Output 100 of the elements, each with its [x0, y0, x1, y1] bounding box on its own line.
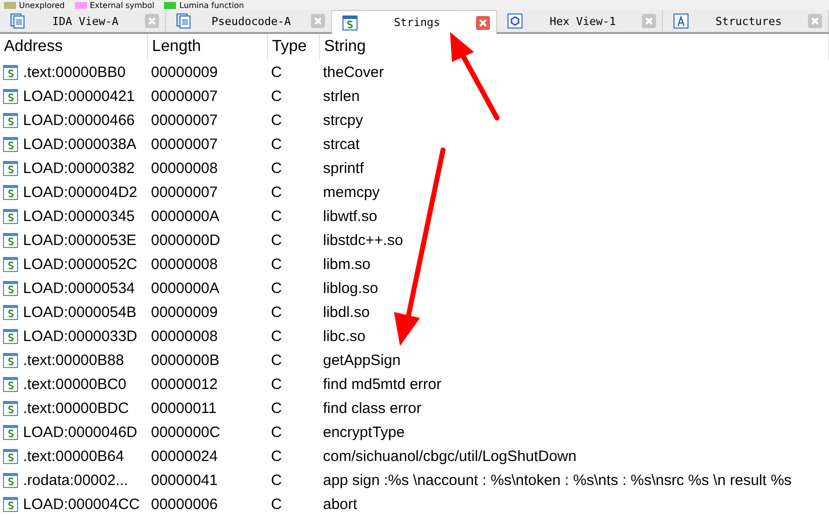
string-icon — [3, 472, 18, 488]
table-cell: libstdc++.so — [323, 232, 404, 248]
table-cell: LOAD:00000421 — [23, 88, 135, 104]
table-cell: 00000009 — [151, 304, 218, 320]
tab[interactable]: Structures — [663, 10, 829, 32]
table-cell: app sign :%s \naccount : %s\ntoken : %s\nts : %s\nsrc %s \n result %s — [323, 472, 792, 488]
table-cell: liblog.so — [323, 280, 378, 296]
table-cell: strcat — [323, 136, 360, 152]
table-cell: .text:00000B88 — [23, 352, 124, 368]
string-icon — [3, 352, 18, 368]
table-cell: strlen — [323, 88, 360, 104]
table-cell: LOAD:0000046D — [23, 424, 138, 440]
string-icon — [3, 256, 18, 272]
table-cell: 00000009 — [151, 64, 218, 80]
legend-label: Unexplored — [19, 0, 65, 10]
close-icon[interactable] — [642, 14, 656, 28]
string-icon — [3, 112, 18, 128]
close-icon[interactable] — [808, 14, 822, 28]
table-cell: C — [271, 184, 282, 200]
table-cell: C — [271, 232, 282, 248]
table-cell: LOAD:0000033D — [23, 328, 138, 344]
string-icon — [3, 136, 18, 152]
table-cell: LOAD:00000534 — [23, 280, 135, 296]
table-cell: C — [271, 256, 282, 272]
table-cell: com/sichuanol/cbgc/util/LogShutDown — [323, 448, 576, 464]
table-cell: 00000007 — [151, 184, 218, 200]
table-cell: find md5mtd error — [323, 376, 442, 392]
table-cell: C — [271, 280, 282, 296]
table-cell: C — [271, 352, 282, 368]
string-icon — [3, 88, 18, 104]
table-cell: 0000000A — [151, 280, 220, 296]
string-icon — [3, 232, 18, 248]
tab[interactable]: Pseudocode-A — [166, 10, 332, 32]
tab[interactable]: IDA View-A — [0, 10, 166, 32]
close-icon[interactable] — [310, 14, 325, 28]
string-icon — [3, 64, 18, 80]
table-cell: theCover — [323, 64, 384, 80]
table-cell: C — [271, 328, 282, 344]
table-cell: LOAD:00000466 — [23, 112, 135, 128]
table-cell: C — [271, 424, 282, 440]
tab[interactable]: Strings — [332, 10, 498, 34]
table-cell: LOAD:0000053E — [23, 232, 136, 248]
table-cell: LOAD:0000054B — [23, 304, 136, 320]
table-cell: C — [271, 472, 282, 488]
table-cell: 00000007 — [151, 112, 218, 128]
table-cell: getAppSign — [323, 352, 401, 368]
close-icon[interactable] — [476, 16, 490, 30]
string-icon — [3, 448, 18, 464]
string-icon — [3, 376, 18, 392]
table-cell: 00000011 — [151, 400, 217, 416]
table-cell: .rodata:00002... — [23, 472, 128, 488]
table-cell: 00000006 — [151, 496, 218, 512]
table-cell: 0000000B — [151, 352, 220, 368]
table-cell: libdl.so — [323, 304, 370, 320]
table-cell: libm.so — [323, 256, 371, 272]
string-icon — [3, 400, 18, 416]
table-cell: C — [271, 88, 282, 104]
table-cell: encryptType — [323, 424, 405, 440]
table-cell: libc.so — [323, 328, 366, 344]
close-icon[interactable] — [144, 14, 159, 28]
string-icon — [3, 184, 18, 200]
table-cell: 0000000D — [151, 232, 220, 248]
table-cell: .text:00000BDC — [23, 400, 129, 416]
letter-a-icon — [673, 13, 690, 29]
table-cell: LOAD:000004CC — [23, 496, 140, 512]
string-icon — [3, 160, 18, 176]
table-cell: memcpy — [323, 184, 380, 200]
table-cell: 00000008 — [151, 160, 218, 176]
legend-label: Lumina function — [179, 0, 244, 10]
table-cell: .text:00000BB0 — [23, 64, 126, 80]
table-cell: C — [271, 376, 282, 392]
table-cell: 0000000A — [151, 208, 220, 224]
table-cell: strcpy — [323, 112, 364, 128]
table-cell: C — [271, 496, 282, 512]
table-cell: LOAD:00000345 — [23, 208, 135, 224]
legend-label: External symbol — [90, 0, 154, 10]
column-header[interactable]: Address — [0, 34, 148, 60]
table-cell: 00000007 — [151, 136, 218, 152]
table-cell: LOAD:0000052C — [23, 256, 138, 272]
table-cell: 00000024 — [151, 448, 218, 464]
string-icon — [3, 280, 18, 296]
table-cell: C — [271, 208, 282, 224]
table-cell: libwtf.so — [323, 208, 378, 224]
strings-icon — [342, 14, 358, 30]
table-cell: abort — [323, 496, 358, 512]
column-header[interactable]: Type — [268, 34, 320, 60]
table-cell: 00000012 — [151, 376, 218, 392]
table-cell: C — [271, 64, 282, 80]
string-icon — [3, 328, 18, 344]
string-icon — [3, 208, 18, 224]
table-cell: .text:00000B64 — [23, 448, 124, 464]
table-cell: sprintf — [323, 160, 364, 176]
tab[interactable]: Hex View-1 — [497, 10, 664, 32]
table-cell: C — [271, 160, 282, 176]
column-header[interactable]: Length — [148, 34, 268, 60]
table-cell: C — [271, 136, 282, 152]
table-cell: .text:00000BC0 — [23, 376, 126, 392]
table-cell: 00000008 — [151, 328, 218, 344]
table-cell: LOAD:00000382 — [23, 160, 135, 176]
table-cell: C — [271, 112, 282, 128]
